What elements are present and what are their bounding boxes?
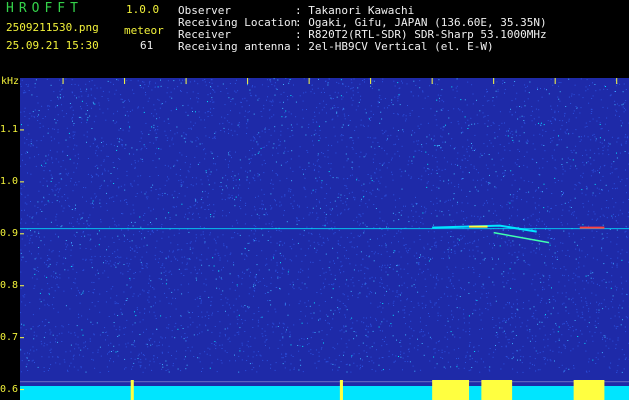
- meteor-count: 61: [140, 39, 154, 52]
- spectrogram-plot: [20, 78, 629, 400]
- app-logo: HROFFT: [6, 1, 83, 16]
- meteor-burst-2: [481, 380, 513, 400]
- y-tick-label: 1.1: [0, 123, 18, 135]
- y-tick-label: 0.8: [0, 279, 18, 291]
- field-value-antenna: : 2el-HB9CV Vertical (el. E-W): [295, 40, 494, 53]
- app-version: 1.0.0: [126, 3, 160, 16]
- meteor-burst-4: [339, 380, 343, 400]
- meteor-burst-5: [130, 380, 134, 400]
- mode-label: meteor: [124, 24, 164, 37]
- y-tick-label: 0.9: [0, 227, 18, 239]
- meteor-burst-3: [573, 380, 605, 400]
- y-tick-label: 0.6: [0, 383, 18, 395]
- y-tick-label: 0.7: [0, 331, 18, 343]
- y-axis-unit-label: kHz: [1, 76, 20, 87]
- intensity-strip: [20, 386, 629, 400]
- meteor-burst-1: [432, 380, 470, 400]
- field-label-antenna: Receiving antenna: [178, 40, 291, 53]
- y-tick-label: 1.0: [0, 175, 18, 187]
- capture-timestamp: 25.09.21 15:30: [6, 39, 99, 52]
- header-panel: HROFFT 1.0.0 2509211530.png 25.09.21 15:…: [0, 0, 629, 78]
- image-filename: 2509211530.png: [6, 21, 99, 34]
